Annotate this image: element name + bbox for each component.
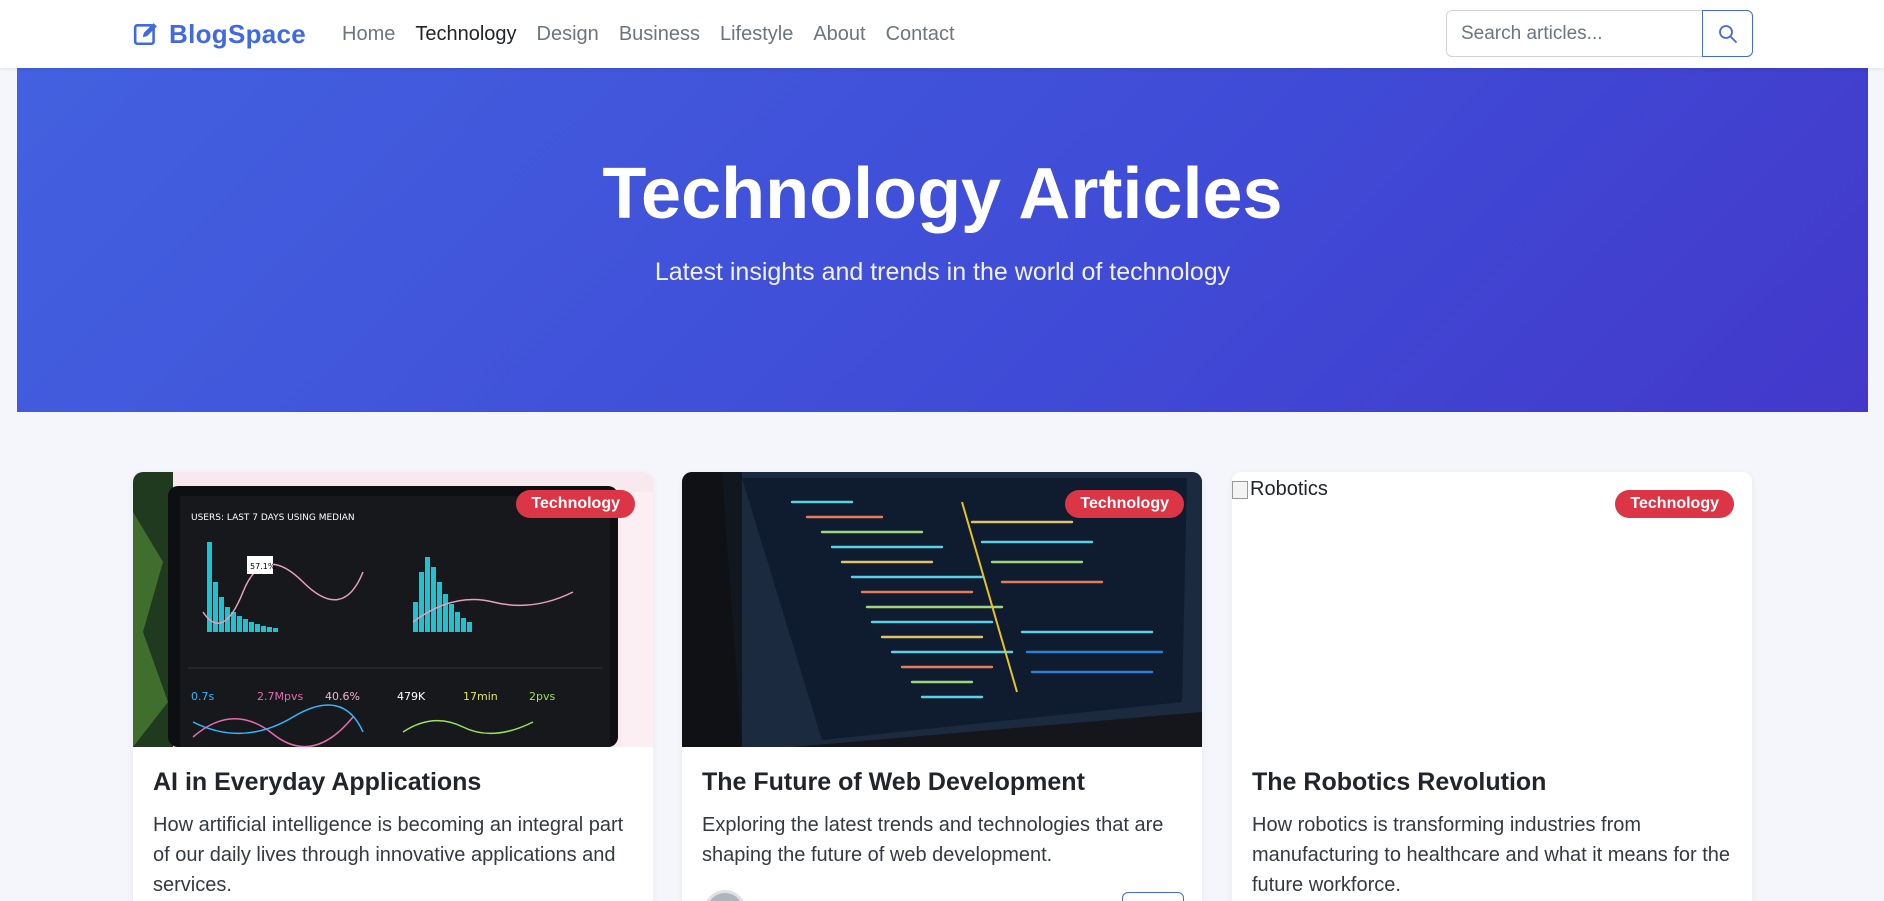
svg-text:2.7Mpvs: 2.7Mpvs xyxy=(257,690,303,703)
category-badge[interactable]: Technology xyxy=(516,490,635,518)
article-card-robotics[interactable]: Robotics Technology The Robotics Revolut… xyxy=(1232,472,1752,901)
article-card-web-dev[interactable]: Technology The Future of Web Development… xyxy=(682,472,1202,901)
edit-square-icon xyxy=(133,23,157,46)
nav-link-about[interactable]: About xyxy=(803,20,875,48)
hero-title: Technology Articles xyxy=(602,154,1283,234)
article-title[interactable]: The Future of Web Development xyxy=(702,768,1085,797)
svg-text:40.6%: 40.6% xyxy=(325,690,360,703)
svg-text:USERS: LAST 7 DAYS USING MEDIA: USERS: LAST 7 DAYS USING MEDIAN xyxy=(191,513,355,523)
article-title[interactable]: The Robotics Revolution xyxy=(1252,768,1546,797)
nav-link-contact[interactable]: Contact xyxy=(876,20,965,48)
article-title[interactable]: AI in Everyday Applications xyxy=(153,768,481,797)
nav-link-technology[interactable]: Technology xyxy=(405,20,526,48)
read-more-button[interactable] xyxy=(1122,892,1184,901)
svg-text:479K: 479K xyxy=(397,690,426,703)
brand-logo[interactable]: BlogSpace xyxy=(133,18,306,50)
svg-text:0.7s: 0.7s xyxy=(191,690,214,703)
nav-link-lifestyle[interactable]: Lifestyle xyxy=(710,20,803,48)
author-avatar[interactable] xyxy=(704,890,746,901)
brand-name: BlogSpace xyxy=(169,18,307,49)
nav-menu: Home Technology Design Business Lifestyl… xyxy=(332,20,965,48)
svg-text:2pvs: 2pvs xyxy=(529,690,555,703)
navbar: BlogSpace Home Technology Design Busines… xyxy=(0,0,1884,68)
article-image-analytics[interactable]: USERS: LAST 7 DAYS USING MEDIAN 57.1% 0.… xyxy=(133,472,653,747)
article-image-code[interactable]: Technology xyxy=(682,472,1202,747)
article-card-ai[interactable]: USERS: LAST 7 DAYS USING MEDIAN 57.1% 0.… xyxy=(133,472,653,901)
nav-link-design[interactable]: Design xyxy=(527,20,609,48)
article-image-robotics[interactable]: Robotics Technology xyxy=(1232,472,1752,747)
search-button[interactable] xyxy=(1702,10,1753,57)
svg-text:57.1%: 57.1% xyxy=(250,562,276,571)
article-excerpt: How robotics is transforming industries … xyxy=(1252,814,1731,896)
category-badge[interactable]: Technology xyxy=(1065,490,1184,518)
search-input[interactable] xyxy=(1446,10,1702,57)
article-excerpt: Exploring the latest trends and technolo… xyxy=(702,814,1164,866)
nav-link-business[interactable]: Business xyxy=(609,20,710,48)
image-alt-text: Robotics xyxy=(1250,478,1328,500)
broken-image-icon xyxy=(1232,480,1248,499)
hero-subtitle: Latest insights and trends in the world … xyxy=(654,258,1231,286)
hero-banner: Technology Articles Latest insights and … xyxy=(17,68,1868,412)
nav-link-home[interactable]: Home xyxy=(332,20,405,48)
broken-image-placeholder: Robotics xyxy=(1232,478,1328,501)
search-icon xyxy=(1718,24,1737,43)
svg-text:17min: 17min xyxy=(463,690,498,703)
search-form xyxy=(1446,10,1753,57)
article-excerpt: How artificial intelligence is becoming … xyxy=(153,814,624,896)
category-badge[interactable]: Technology xyxy=(1615,490,1734,518)
